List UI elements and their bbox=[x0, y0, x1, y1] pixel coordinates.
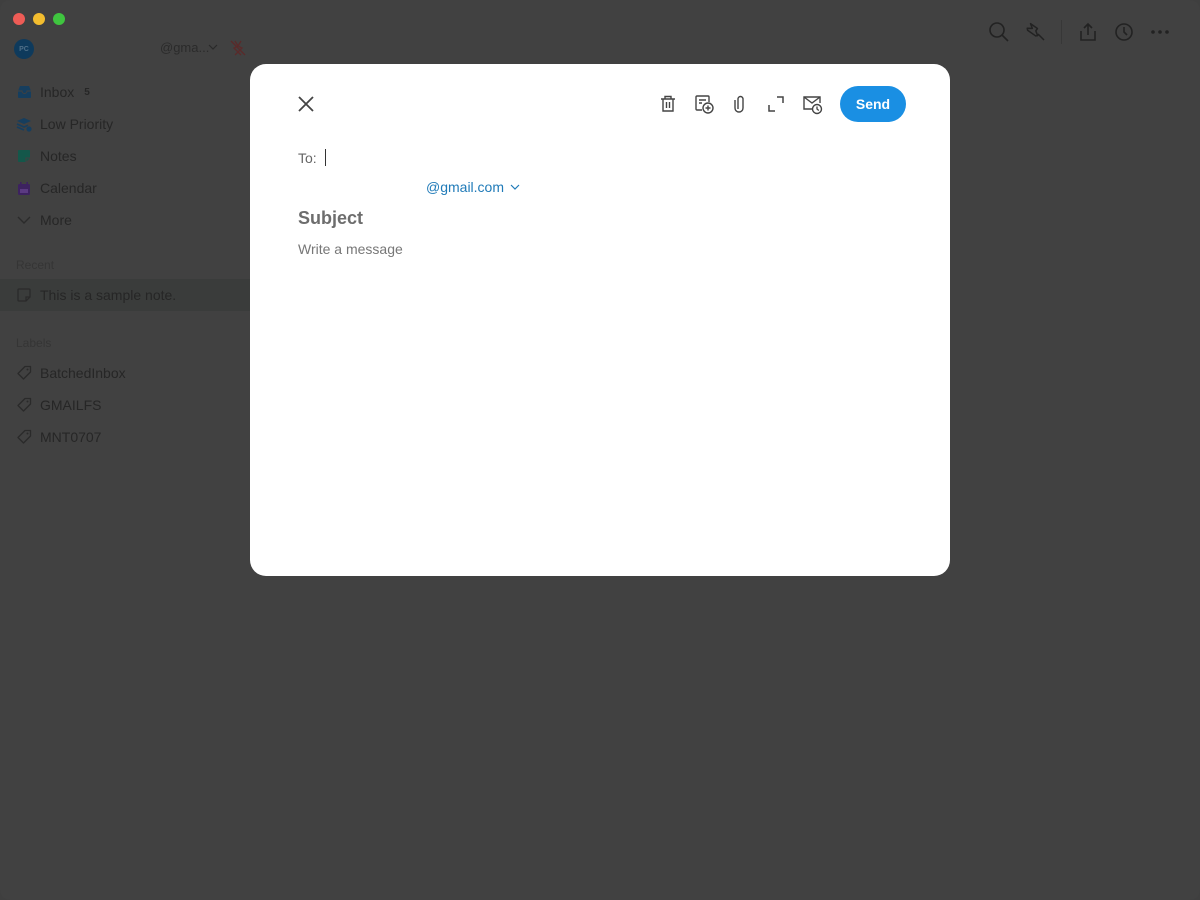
labels-heading: Labels bbox=[16, 336, 52, 350]
sidebar: PC @gma... Inbox 5 Low Priority Notes Ca… bbox=[0, 0, 250, 900]
add-to-calendar-button[interactable] bbox=[690, 90, 718, 118]
recent-heading: Recent bbox=[16, 258, 55, 272]
search-icon bbox=[989, 22, 1009, 42]
expand-icon bbox=[768, 96, 784, 112]
account-email[interactable]: @gma... bbox=[160, 40, 209, 55]
toolbar-divider bbox=[1061, 20, 1062, 44]
trash-icon bbox=[661, 95, 675, 112]
label-item-text: GMAILFS bbox=[40, 397, 102, 413]
compose-actions: Send bbox=[654, 86, 906, 122]
subject-input[interactable]: Subject bbox=[298, 208, 363, 229]
from-address-selector[interactable]: @gmail.com bbox=[426, 179, 520, 195]
app-window: PC @gma... Inbox 5 Low Priority Notes Ca… bbox=[0, 0, 1200, 900]
message-body-input[interactable]: Write a message bbox=[298, 241, 403, 257]
from-address: @gmail.com bbox=[426, 179, 505, 195]
tag-icon bbox=[16, 397, 32, 413]
tag-icon bbox=[16, 429, 32, 445]
compose-dialog: Send To: @gmail.com Subject Write a mess… bbox=[250, 64, 950, 576]
share-button[interactable] bbox=[1076, 20, 1100, 44]
sidebar-item-notes[interactable]: Notes bbox=[0, 140, 250, 172]
sidebar-item-label: Calendar bbox=[40, 180, 97, 196]
label-item-batchedinbox[interactable]: BatchedInbox bbox=[0, 357, 250, 389]
sidebar-item-label: Notes bbox=[40, 148, 77, 164]
unread-count-badge: 5 bbox=[84, 86, 90, 98]
history-icon bbox=[1115, 23, 1133, 41]
chevron-down-icon[interactable] bbox=[208, 42, 218, 52]
to-label: To: bbox=[298, 149, 317, 166]
text-cursor bbox=[324, 149, 326, 166]
sidebar-item-label: Low Priority bbox=[40, 116, 114, 132]
share-icon bbox=[1080, 22, 1096, 41]
calendar-icon bbox=[16, 180, 32, 196]
sidebar-item-low-priority[interactable]: Low Priority bbox=[0, 108, 250, 140]
schedule-send-button[interactable] bbox=[798, 90, 826, 118]
search-button[interactable] bbox=[987, 20, 1011, 44]
add-to-calendar-icon bbox=[695, 95, 714, 114]
offline-icon[interactable] bbox=[228, 38, 248, 58]
note-icon bbox=[17, 288, 31, 302]
sidebar-item-label: Inbox bbox=[40, 84, 75, 100]
send-button[interactable]: Send bbox=[840, 86, 906, 122]
attach-button[interactable] bbox=[726, 90, 754, 118]
pin-icon bbox=[1026, 22, 1045, 41]
labels-list: BatchedInbox GMAILFS MNT0707 bbox=[0, 357, 250, 453]
sidebar-item-more[interactable]: More bbox=[0, 204, 250, 236]
sidebar-item-inbox[interactable]: Inbox 5 bbox=[0, 76, 250, 108]
expand-button[interactable] bbox=[762, 90, 790, 118]
inbox-icon bbox=[16, 84, 32, 100]
chevron-down-icon bbox=[16, 212, 32, 228]
label-item-mnt0707[interactable]: MNT0707 bbox=[0, 421, 250, 453]
more-button[interactable] bbox=[1148, 20, 1172, 44]
chevron-down-icon bbox=[510, 184, 520, 190]
recent-item-label: This is a sample note. bbox=[40, 287, 177, 303]
sidebar-item-calendar[interactable]: Calendar bbox=[0, 172, 250, 204]
more-icon bbox=[1151, 30, 1169, 34]
account-switcher[interactable]: PC @gma... bbox=[14, 38, 250, 60]
sidebar-nav: Inbox 5 Low Priority Notes Calendar More bbox=[0, 76, 250, 236]
history-button[interactable] bbox=[1112, 20, 1136, 44]
top-toolbar bbox=[975, 20, 1172, 44]
close-compose-button[interactable] bbox=[296, 92, 316, 116]
low-priority-icon bbox=[16, 116, 32, 132]
discard-button[interactable] bbox=[654, 90, 682, 118]
close-icon bbox=[298, 96, 314, 112]
notes-icon bbox=[16, 148, 32, 164]
attach-icon bbox=[734, 95, 744, 113]
schedule-send-icon bbox=[803, 96, 823, 115]
sidebar-item-label: More bbox=[40, 212, 72, 228]
label-item-text: MNT0707 bbox=[40, 429, 102, 445]
avatar[interactable]: PC bbox=[14, 39, 34, 59]
to-field[interactable]: To: bbox=[298, 149, 326, 166]
recent-item[interactable]: This is a sample note. bbox=[0, 279, 250, 311]
label-item-gmailfs[interactable]: GMAILFS bbox=[0, 389, 250, 421]
tag-icon bbox=[16, 365, 32, 381]
label-item-text: BatchedInbox bbox=[40, 365, 126, 381]
pin-button[interactable] bbox=[1023, 20, 1047, 44]
